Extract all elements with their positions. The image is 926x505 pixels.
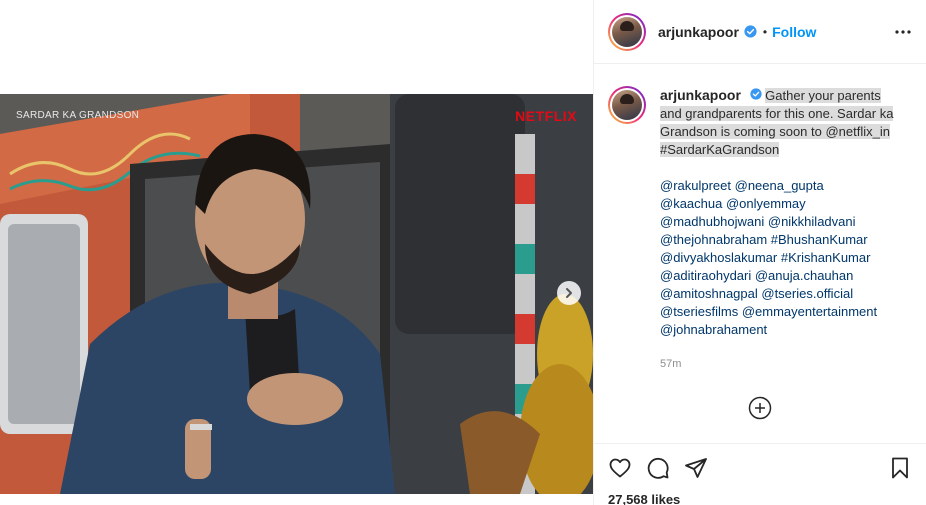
avatar[interactable] — [608, 12, 646, 51]
verified-badge-icon — [744, 25, 757, 38]
post-header: arjunkapoor • Follow — [594, 0, 926, 64]
post-overlay-title: SARDAR KA GRANDSON — [16, 110, 140, 121]
comment-icon[interactable] — [646, 456, 670, 480]
more-options-icon[interactable] — [894, 23, 912, 41]
tag-line[interactable]: @rakulpreet @neena_gupta — [660, 177, 900, 195]
caption-avatar[interactable] — [608, 86, 646, 124]
netflix-logo: NETFLIX — [515, 108, 577, 124]
chevron-right-icon — [566, 288, 572, 298]
tag-line[interactable]: @divyakhoslakumar #KrishanKumar — [660, 249, 900, 267]
likes-count[interactable]: 27,568 likes — [608, 492, 912, 505]
tag-line[interactable]: @thejohnabraham #BhushanKumar — [660, 231, 900, 249]
separator-dot: • — [762, 24, 768, 39]
plus-circle-icon — [748, 396, 772, 420]
tag-line[interactable]: @aditiraohydari @anuja.chauhan — [660, 267, 900, 285]
header-username[interactable]: arjunkapoor — [658, 24, 739, 40]
share-icon[interactable] — [684, 456, 708, 480]
verified-badge-icon — [749, 88, 762, 100]
next-slide-button[interactable] — [557, 281, 581, 305]
tag-line[interactable]: @madhubhojwani @nikkhiladvani — [660, 213, 900, 231]
caption-username[interactable]: arjunkapoor — [660, 87, 741, 103]
post-sidebar: arjunkapoor • Follow arjunkapoor Gather … — [593, 0, 926, 505]
follow-button[interactable]: Follow — [772, 24, 816, 40]
caption-avatar-image — [612, 90, 642, 120]
post-actions: 27,568 likes — [594, 443, 926, 505]
heart-icon[interactable] — [608, 456, 632, 480]
tag-line[interactable]: @amitoshnagpal @tseries.official — [660, 285, 900, 303]
caption-body: arjunkapoor Gather your parents and gran… — [660, 86, 900, 373]
load-more-comments-button[interactable] — [748, 396, 772, 420]
tag-line[interactable]: @johnabrahament — [660, 321, 900, 339]
caption-tags: @rakulpreet @neena_gupta @kaachua @onlye… — [660, 177, 900, 339]
post-media-area: SARDAR KA GRANDSON NETFLIX — [0, 0, 593, 505]
tag-line[interactable]: @tseriesfilms @emmayentertainment — [660, 303, 900, 321]
action-icons-row — [608, 456, 912, 480]
comments-section: arjunkapoor Gather your parents and gran… — [594, 64, 926, 443]
post-photo[interactable]: SARDAR KA GRANDSON NETFLIX — [0, 94, 593, 494]
avatar-image — [612, 16, 642, 47]
post-photo-artwork — [0, 94, 593, 494]
caption-row: arjunkapoor Gather your parents and gran… — [608, 86, 912, 373]
bookmark-icon[interactable] — [888, 456, 912, 480]
post-time[interactable]: 57m — [660, 355, 900, 373]
tag-line[interactable]: @kaachua @onlyemmay — [660, 195, 900, 213]
